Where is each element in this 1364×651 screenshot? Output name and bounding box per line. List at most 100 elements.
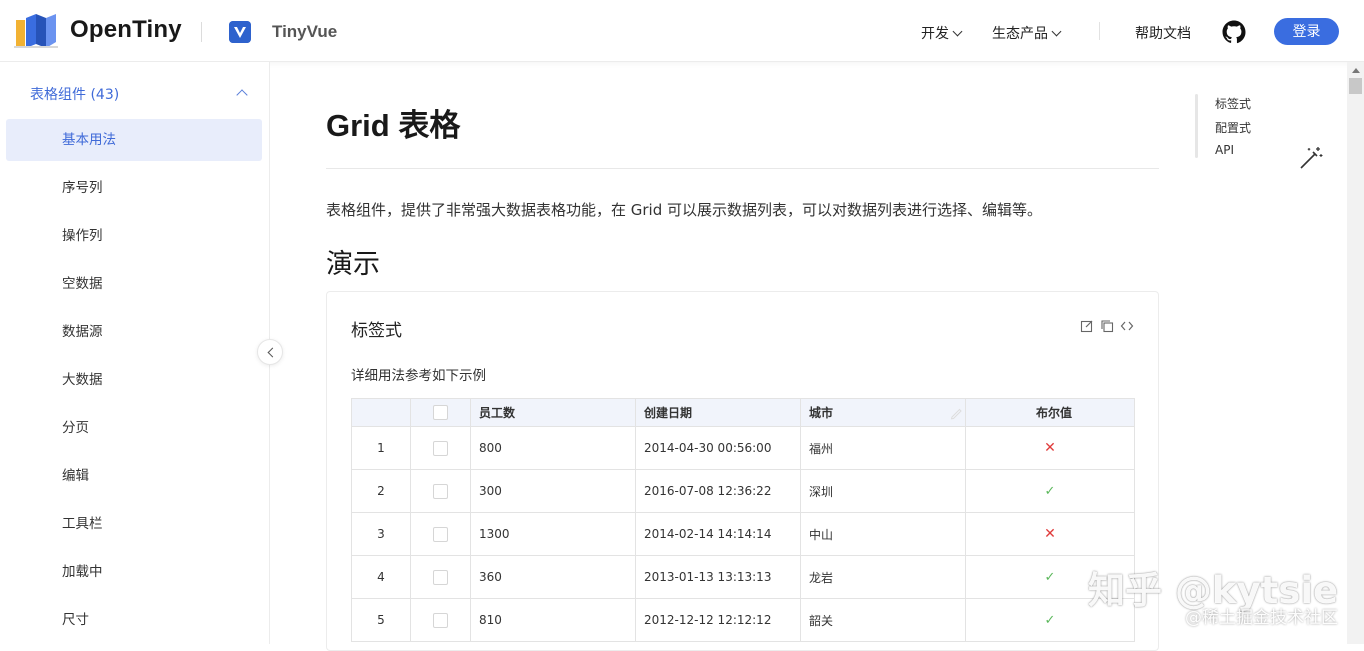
code-icon[interactable] bbox=[1120, 319, 1134, 333]
grid-header-city-label: 城市 bbox=[809, 406, 834, 420]
nav-divider bbox=[1099, 22, 1100, 40]
cell-employees[interactable]: 810 bbox=[470, 598, 636, 642]
table-row[interactable]: 1 800 2014-04-30 00:56:00 福州 ✕ bbox=[351, 426, 1135, 470]
nav-ecosystem-label: 生态产品 bbox=[992, 26, 1048, 42]
grid-header-boolean-label: 布尔值 bbox=[1035, 406, 1072, 420]
watermark-sub: @稀土掘金技术社区 bbox=[1185, 608, 1338, 628]
sidebar-item-toolbar[interactable]: 工具栏 bbox=[6, 503, 262, 545]
grid-header-row: 员工数 创建日期 城市 布尔值 bbox=[351, 398, 1135, 427]
login-button[interactable]: 登录 bbox=[1274, 18, 1339, 45]
grid-header-index bbox=[351, 398, 411, 427]
sidebar-item-size[interactable]: 尺寸 bbox=[6, 599, 262, 641]
sidebar-group-title[interactable]: 表格组件 (43) bbox=[30, 84, 119, 104]
row-checkbox[interactable] bbox=[433, 526, 448, 542]
row-select-cell bbox=[410, 512, 471, 556]
cell-employees[interactable]: 1300 bbox=[470, 512, 636, 556]
sidebar-item-loading[interactable]: 加载中 bbox=[6, 551, 262, 593]
toc-item-config-style[interactable]: 配置式 bbox=[1215, 119, 1251, 136]
sidebar-item-big-data[interactable]: 大数据 bbox=[6, 359, 262, 401]
table-row[interactable]: 2 300 2016-07-08 12:36:22 深圳 ✓ bbox=[351, 469, 1135, 513]
edit-icon[interactable] bbox=[1080, 319, 1094, 333]
demo-description: 详细用法参考如下示例 bbox=[351, 368, 486, 384]
table-row[interactable]: 4 360 2013-01-13 13:13:13 龙岩 ✓ bbox=[351, 555, 1135, 599]
cell-boolean[interactable]: ✕ bbox=[965, 512, 1135, 556]
row-checkbox[interactable] bbox=[433, 483, 448, 499]
cell-date[interactable]: 2013-01-13 13:13:13 bbox=[635, 555, 801, 599]
brand-name[interactable]: OpenTiny bbox=[70, 16, 182, 44]
nav-help-docs[interactable]: 帮助文档 bbox=[1135, 23, 1191, 43]
sidebar-item-basic-usage[interactable]: 基本用法 bbox=[6, 119, 262, 161]
data-grid: 员工数 创建日期 城市 布尔值 1 800 2014-04-30 00:56:0… bbox=[351, 398, 1135, 642]
table-row[interactable]: 5 810 2012-12-12 12:12:12 韶关 ✓ bbox=[351, 598, 1135, 642]
tinyvue-badge-icon[interactable] bbox=[229, 21, 251, 43]
sidebar: 表格组件 (43) 基本用法 序号列 操作列 空数据 数据源 大数据 分页 编辑… bbox=[0, 62, 270, 644]
row-checkbox[interactable] bbox=[433, 440, 448, 456]
scrollbar-thumb[interactable] bbox=[1349, 78, 1362, 94]
section-title: 演示 bbox=[326, 249, 380, 280]
cell-date[interactable]: 2014-04-30 00:56:00 bbox=[635, 426, 801, 470]
row-index: 2 bbox=[351, 469, 411, 513]
check-icon: ✓ bbox=[1044, 612, 1056, 628]
row-checkbox[interactable] bbox=[433, 569, 448, 585]
row-select-cell bbox=[410, 555, 471, 599]
sidebar-item-edit[interactable]: 编辑 bbox=[6, 455, 262, 497]
cell-city[interactable]: 中山 bbox=[800, 512, 966, 556]
cell-boolean[interactable]: ✕ bbox=[965, 426, 1135, 470]
demo-toolbar bbox=[1080, 319, 1134, 333]
sidebar-item-data-source[interactable]: 数据源 bbox=[6, 311, 262, 353]
nav-develop[interactable]: 开发 bbox=[921, 23, 963, 43]
demo-title: 标签式 bbox=[351, 321, 402, 341]
toc-item-tag-style[interactable]: 标签式 bbox=[1215, 95, 1251, 112]
magic-wand-icon[interactable] bbox=[1298, 145, 1324, 171]
row-index: 4 bbox=[351, 555, 411, 599]
page-title: Grid 表格 bbox=[326, 108, 461, 143]
row-index: 5 bbox=[351, 598, 411, 642]
cell-city[interactable]: 龙岩 bbox=[800, 555, 966, 599]
product-name[interactable]: TinyVue bbox=[272, 22, 337, 42]
chevron-up-icon[interactable] bbox=[236, 89, 248, 101]
row-select-cell bbox=[410, 426, 471, 470]
scroll-up-arrow-icon[interactable] bbox=[1352, 68, 1360, 73]
grid-header-select bbox=[410, 398, 471, 427]
nav-ecosystem[interactable]: 生态产品 bbox=[992, 23, 1062, 43]
grid-header-city[interactable]: 城市 bbox=[800, 398, 966, 427]
grid-header-employees[interactable]: 员工数 bbox=[470, 398, 636, 427]
cell-date[interactable]: 2016-07-08 12:36:22 bbox=[635, 469, 801, 513]
nav-develop-label: 开发 bbox=[921, 26, 949, 42]
row-select-cell bbox=[410, 598, 471, 642]
row-index: 3 bbox=[351, 512, 411, 556]
toc-indicator bbox=[1195, 94, 1198, 158]
cell-city[interactable]: 福州 bbox=[800, 426, 966, 470]
grid-header-date[interactable]: 创建日期 bbox=[635, 398, 801, 427]
cell-date[interactable]: 2012-12-12 12:12:12 bbox=[635, 598, 801, 642]
page-intro: 表格组件，提供了非常强大数据表格功能，在 Grid 可以展示数据列表，可以对数据… bbox=[326, 201, 1043, 219]
sidebar-item-index-column[interactable]: 序号列 bbox=[6, 167, 262, 209]
cell-boolean[interactable]: ✓ bbox=[965, 469, 1135, 513]
toc-item-api[interactable]: API bbox=[1215, 143, 1234, 157]
row-checkbox[interactable] bbox=[433, 612, 448, 628]
cell-city[interactable]: 韶关 bbox=[800, 598, 966, 642]
page-scrollbar[interactable] bbox=[1347, 62, 1364, 644]
sidebar-collapse-button[interactable] bbox=[257, 339, 283, 365]
chevron-down-icon bbox=[1051, 26, 1062, 36]
sidebar-item-pagination[interactable]: 分页 bbox=[6, 407, 262, 449]
cell-date[interactable]: 2014-02-14 14:14:14 bbox=[635, 512, 801, 556]
edit-pencil-icon bbox=[950, 408, 962, 420]
table-row[interactable]: 3 1300 2014-02-14 14:14:14 中山 ✕ bbox=[351, 512, 1135, 556]
cell-employees[interactable]: 800 bbox=[470, 426, 636, 470]
cell-city[interactable]: 深圳 bbox=[800, 469, 966, 513]
sidebar-item-empty-data[interactable]: 空数据 bbox=[6, 263, 262, 305]
select-all-checkbox[interactable] bbox=[433, 405, 448, 420]
copy-icon[interactable] bbox=[1100, 319, 1114, 333]
cross-icon: ✕ bbox=[1044, 440, 1056, 456]
cell-employees[interactable]: 300 bbox=[470, 469, 636, 513]
row-index: 1 bbox=[351, 426, 411, 470]
opentiny-logo-icon[interactable] bbox=[12, 14, 60, 48]
title-divider bbox=[326, 168, 1159, 169]
github-icon[interactable] bbox=[1222, 20, 1246, 44]
check-icon: ✓ bbox=[1044, 569, 1056, 585]
cell-employees[interactable]: 360 bbox=[470, 555, 636, 599]
check-icon: ✓ bbox=[1044, 483, 1056, 499]
sidebar-item-operation-column[interactable]: 操作列 bbox=[6, 215, 262, 257]
grid-header-boolean[interactable]: 布尔值 bbox=[950, 398, 1135, 427]
